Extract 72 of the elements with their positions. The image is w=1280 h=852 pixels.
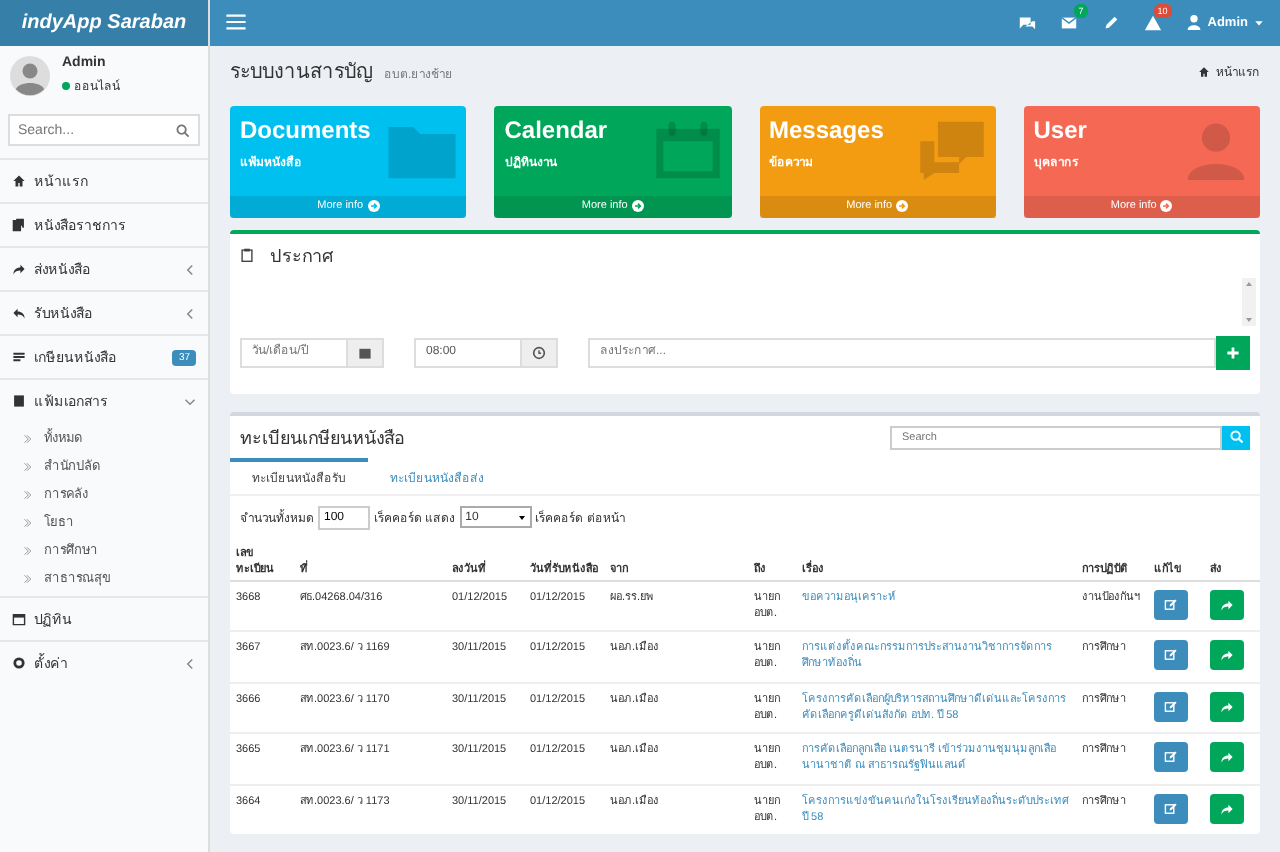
chevron-icon: [22, 545, 32, 555]
home-icon: [1198, 65, 1210, 77]
arrow-circle-icon: [1160, 200, 1173, 212]
tile-title: Messages: [769, 115, 886, 143]
page-title: ระบบงานสารบัญ: [230, 60, 374, 86]
brand-logo[interactable]: indyApp Saraban: [0, 0, 208, 46]
chevron-icon: [22, 573, 32, 583]
caret-icon: [184, 657, 196, 669]
edit-button[interactable]: [1154, 793, 1188, 823]
calendar-icon: [358, 345, 372, 359]
caret-icon: [184, 395, 196, 407]
tile-title: User: [1033, 115, 1089, 143]
edit-button[interactable]: [1154, 640, 1188, 670]
forward-button[interactable]: [1210, 691, 1244, 721]
chat-icon[interactable]: [1017, 13, 1036, 32]
edit-icon: [1164, 699, 1178, 713]
share-icon: [1220, 699, 1234, 713]
box-title: ทะเบียนเกษียนหนังสือ: [240, 425, 404, 451]
plus-icon: [1226, 345, 1240, 359]
forward-button[interactable]: [1210, 589, 1244, 619]
caret-icon: [1254, 17, 1264, 28]
chevron-icon: [22, 489, 32, 499]
chevron-icon: [22, 433, 32, 443]
edit-icon: [1164, 648, 1178, 662]
edit-button[interactable]: [1154, 691, 1188, 721]
clock-icon: [532, 345, 546, 359]
copy-icon: [12, 218, 26, 232]
pencil-icon[interactable]: [1101, 13, 1120, 32]
reply-icon: [12, 306, 26, 320]
forward-button[interactable]: [1210, 793, 1244, 823]
chevron-icon: [22, 461, 32, 471]
tile-title: Documents: [240, 115, 373, 143]
mail-icon[interactable]: [1059, 13, 1078, 32]
share-icon: [1220, 801, 1234, 815]
calendar-icon: [12, 612, 26, 626]
time-picker-button[interactable]: [522, 337, 558, 367]
arrow-circle-icon: [631, 200, 644, 212]
arrow-circle-icon: [367, 200, 380, 212]
caret-icon: [517, 513, 526, 521]
share-icon: [12, 262, 26, 276]
user-icon: [1185, 14, 1202, 31]
search-icon: [176, 123, 190, 137]
avatar-icon: [10, 56, 50, 96]
edit-button[interactable]: [1154, 742, 1188, 772]
tile-title: Calendar: [504, 115, 610, 143]
date-picker-button[interactable]: [348, 337, 384, 367]
edit-icon: [1164, 801, 1178, 815]
caret-icon: [184, 307, 196, 319]
share-icon: [1220, 597, 1234, 611]
home-icon: [12, 174, 26, 188]
arrow-circle-icon: [896, 200, 909, 212]
warning-icon[interactable]: [1143, 13, 1162, 32]
search-button[interactable]: [1222, 425, 1250, 449]
chat-icon: [915, 119, 988, 179]
book-icon: [12, 394, 26, 408]
caret-icon: [184, 263, 196, 275]
chevron-icon: [22, 517, 32, 527]
edit-icon: [1164, 597, 1178, 611]
menu-icon[interactable]: [226, 14, 246, 31]
forward-button[interactable]: [1210, 742, 1244, 772]
edit-icon: [1164, 750, 1178, 764]
box-title: ประกาศ: [270, 243, 334, 269]
edit-button[interactable]: [1154, 589, 1188, 619]
calendar-icon: [651, 119, 723, 179]
add-button[interactable]: [1216, 335, 1250, 369]
forward-button[interactable]: [1210, 640, 1244, 670]
clipboard-icon: [240, 248, 254, 262]
search-icon: [1229, 430, 1243, 444]
share-icon: [1220, 750, 1234, 764]
share-icon: [1220, 648, 1234, 662]
list-icon: [12, 350, 26, 364]
scrollbar[interactable]: [1242, 277, 1256, 325]
